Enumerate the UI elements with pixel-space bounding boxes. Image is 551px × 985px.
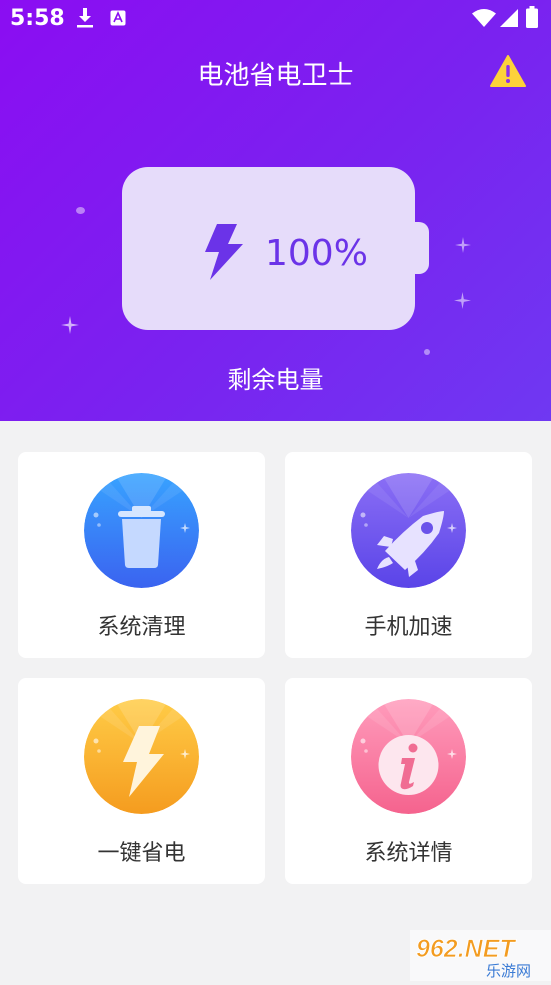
card-label: 系统详情 [364,841,453,866]
watermark-logo: 962.NET 乐游网 [410,930,551,985]
system-details-card[interactable]: 系统详情 [285,678,532,884]
sparkle-icon [61,316,79,338]
system-clean-card[interactable]: 系统清理 [18,452,265,658]
lightning-icon [201,224,245,284]
warning-button[interactable] [490,54,526,88]
app-title: 电池省电卫士 [197,61,354,91]
sparkle-icon [454,292,471,313]
card-label: 一键省电 [97,841,186,866]
one-key-power-save-card[interactable]: 一键省电 [18,678,265,884]
download-icon [76,8,94,32]
remaining-battery-label: 剩余电量 [227,366,324,394]
info-icon [351,699,466,814]
warning-icon [490,55,526,87]
card-label: 系统清理 [97,615,186,640]
status-bar: 5:58 [0,0,551,36]
battery-status-icon [526,6,538,32]
status-time: 5:58 [10,6,65,31]
card-label: 手机加速 [364,615,453,640]
cellular-signal-icon [500,9,518,31]
hero-header: 5:58 电池省电卫士 100% 剩余电量 [0,0,551,421]
accessibility-icon [110,10,126,30]
phone-speedup-card[interactable]: 手机加速 [285,452,532,658]
rocket-icon [351,473,466,588]
decorative-dot [424,349,430,355]
lightning-icon [84,699,199,814]
battery-level-text: 100% [265,233,368,274]
sparkle-icon [455,237,471,257]
watermark-sub: 乐游网 [486,962,531,980]
trash-icon [84,473,199,588]
wifi-icon [472,8,496,31]
decorative-dot [76,207,85,214]
battery-terminal [412,222,429,274]
watermark-brand: 962.NET [416,935,517,963]
